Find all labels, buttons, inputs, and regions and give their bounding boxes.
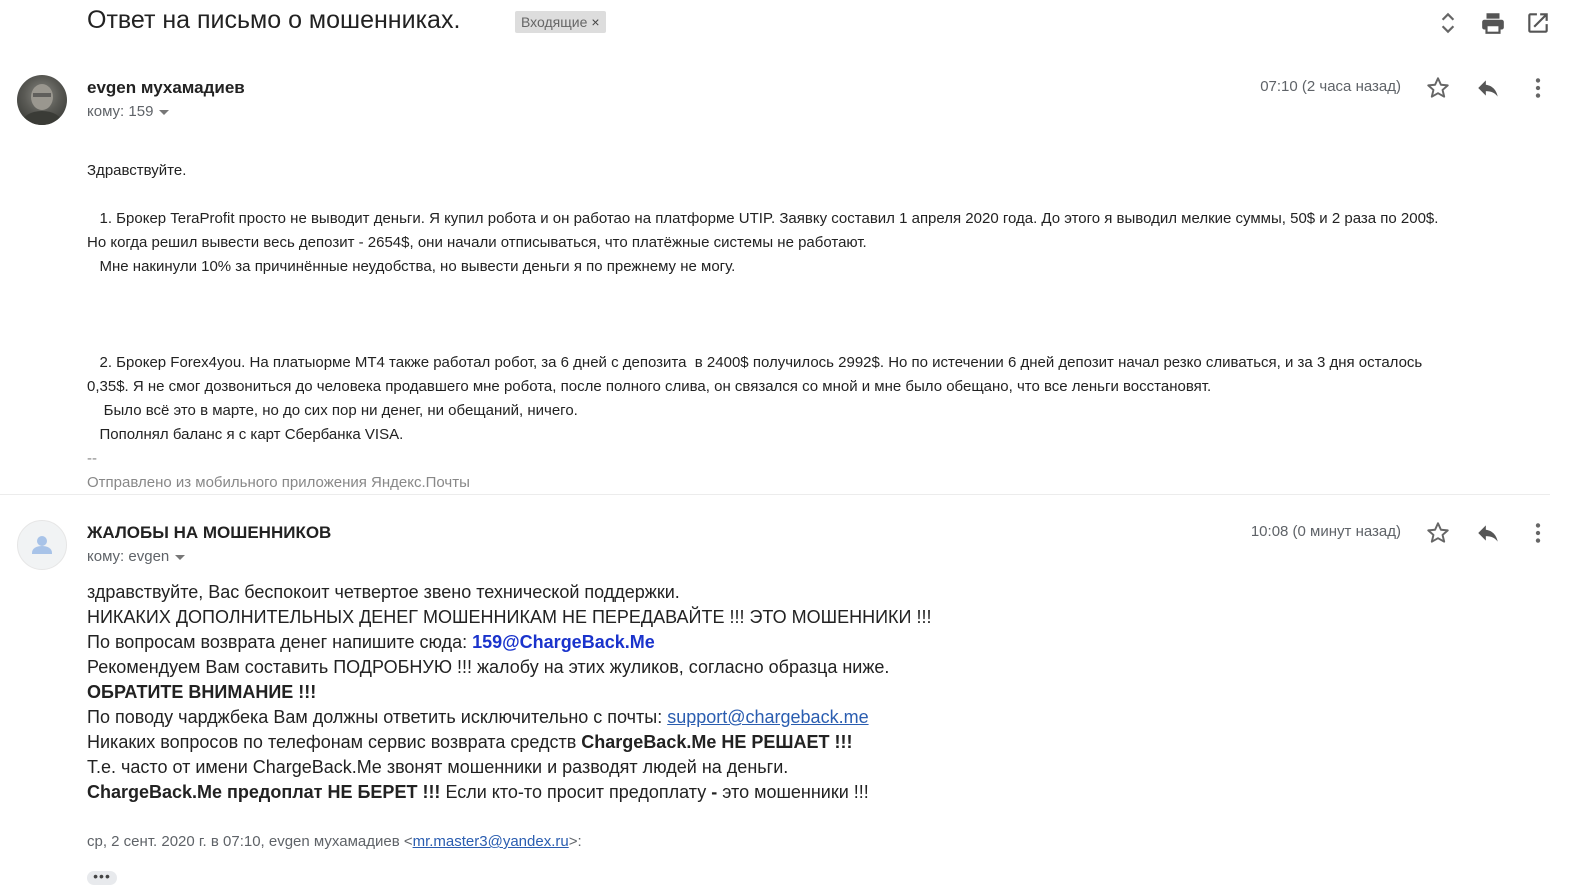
message1-recipients-text: кому: 159 (87, 103, 154, 120)
chevron-down-icon[interactable] (175, 554, 186, 560)
signature-text: Отправлено из мобильного приложения Янде… (87, 474, 470, 491)
support-email-link[interactable]: 159@ChargeBack.Me (472, 632, 655, 652)
message-divider (0, 494, 1550, 495)
print-icon[interactable] (1480, 10, 1506, 36)
sender-avatar-default[interactable] (17, 520, 67, 570)
signature-separator: -- (87, 450, 97, 467)
quoted-header-prefix: ср, 2 сент. 2020 г. в 07:10, evgen мухам… (87, 833, 413, 850)
star-icon[interactable] (1425, 75, 1451, 101)
message1-line: 2. Брокер Forex4you. На платыорме МТ4 та… (87, 354, 1423, 371)
message2-line-text: Никаких вопросов по телефонам сервис воз… (87, 732, 582, 752)
message1-sender[interactable]: evgen мухамадиев (87, 78, 245, 98)
show-trimmed-content-button[interactable]: ••• (87, 869, 117, 885)
chevron-down-icon[interactable] (159, 109, 170, 115)
message2-line: Рекомендуем Вам составить ПОДРОБНУЮ !!! … (87, 657, 890, 677)
message2-line-text: По вопросам возврата денег напишите сюда… (87, 632, 473, 652)
message1-line: Но когда решил вывести весь депозит - 26… (87, 234, 867, 251)
quoted-email-link[interactable]: mr.master3@yandex.ru (413, 833, 569, 850)
message2-body: здравствуйте, Вас беспокоит четвертое зв… (87, 580, 931, 805)
remove-label-button[interactable]: × (591, 14, 599, 30)
message2-recipients-text: кому: evgen (87, 548, 170, 565)
star-icon[interactable] (1425, 520, 1451, 546)
message2-line: По поводу чарджбека Вам должны ответить … (87, 705, 931, 730)
chargeback-email-link[interactable]: support@chargeback.me (667, 707, 868, 727)
reply-icon[interactable] (1475, 520, 1501, 546)
label-name: Входящие (521, 14, 588, 30)
message1-time: 07:10 (2 часа назад) (1260, 78, 1401, 95)
more-options-icon[interactable] (1525, 520, 1551, 546)
message2-bold-text: ChargeBack.Me предоплат НЕ БЕРЕТ !!! (87, 782, 441, 802)
message2-line-text: Если кто-то просит предоплату (440, 782, 712, 802)
message2-line: здравствуйте, Вас беспокоит четвертое зв… (87, 582, 680, 602)
reply-icon[interactable] (1475, 75, 1501, 101)
message2-line-text: это мошенники !!! (717, 782, 869, 802)
message1-line (87, 303, 1557, 327)
inbox-label-chip[interactable]: Входящие × (515, 11, 606, 33)
message1-line: Было всё это в марте, но до сих пор ни д… (87, 402, 578, 419)
message1-line: 1. Брокер TeraProfit просто не выводит д… (87, 210, 1439, 227)
message1-line: Пополнял баланс я с карт Сбербанка VISA. (87, 426, 404, 443)
message1-recipients[interactable]: кому: 159 (87, 103, 170, 120)
quoted-header-suffix: >: (568, 833, 582, 850)
message2-bold-text: ChargeBack.Me НЕ РЕШАЕТ !!! (581, 732, 853, 752)
message2-time: 10:08 (0 минут назад) (1250, 523, 1401, 540)
attention-heading: ОБРАТИТЕ ВНИМАНИЕ !!! (87, 682, 317, 702)
thread-subject: Ответ на письмо о мошенниках. (87, 6, 461, 34)
message1-line (87, 183, 1557, 207)
avatar-photo-icon (22, 84, 62, 125)
quoted-header: ср, 2 сент. 2020 г. в 07:10, evgen мухам… (87, 833, 582, 850)
message2-recipients[interactable]: кому: evgen (87, 548, 186, 565)
person-icon (32, 536, 52, 554)
message2-line: НИКАКИХ ДОПОЛНИТЕЛЬНЫХ ДЕНЕГ МОШЕННИКАМ … (87, 607, 932, 627)
message1-line (87, 279, 1557, 303)
message1-body: Здравствуйте. 1. Брокер TeraProfit прост… (87, 159, 1557, 495)
more-options-icon[interactable] (1525, 75, 1551, 101)
sender-avatar-photo[interactable] (17, 75, 67, 125)
message2-line-text: По поводу чарджбека Вам должны ответить … (87, 707, 668, 727)
message1-line: Здравствуйте. (87, 162, 187, 179)
open-in-new-window-icon[interactable] (1525, 10, 1551, 36)
message1-line (87, 327, 1557, 351)
message2-line: ChargeBack.Me предоплат НЕ БЕРЕТ !!! Есл… (87, 780, 931, 805)
message1-line: 0,35$. Я не смог дозвониться до человека… (87, 378, 1212, 395)
message2-line: Никаких вопросов по телефонам сервис воз… (87, 730, 931, 755)
message1-line: Мне накинули 10% за причинённые неудобст… (87, 258, 736, 275)
message2-sender[interactable]: ЖАЛОБЫ НА МОШЕННИКОВ (87, 523, 331, 543)
message2-line: Т.е. часто от имени ChargeBack.Me звонят… (87, 757, 789, 777)
message2-line: По вопросам возврата денег напишите сюда… (87, 630, 931, 655)
expand-collapse-icon[interactable] (1435, 10, 1461, 36)
